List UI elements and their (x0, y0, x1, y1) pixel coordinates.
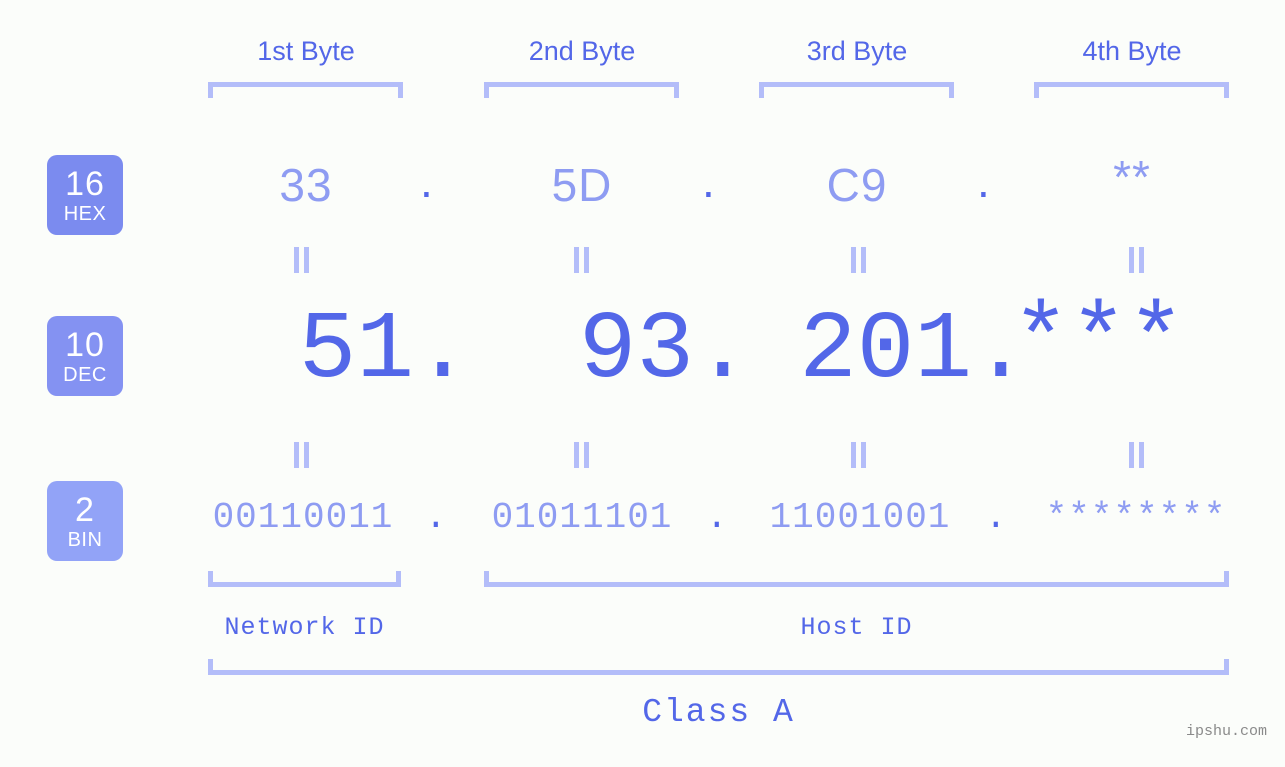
byte-bracket-1 (208, 82, 403, 98)
host-id-bracket (484, 571, 1229, 587)
hex-separator-1: . (420, 155, 433, 207)
class-bracket (208, 659, 1229, 675)
network-id-label: Network ID (224, 613, 385, 642)
ip-address-diagram: 1st Byte 2nd Byte 3rd Byte 4th Byte 16 H… (0, 0, 1285, 767)
hex-byte-3: C9 (826, 159, 888, 211)
base-badge-dec: 10 DEC (47, 316, 123, 396)
bin-byte-2: 01011101 (491, 497, 673, 538)
badge-number-hex: 16 (65, 164, 105, 203)
byte-bracket-3 (759, 82, 954, 98)
bin-separator-3: . (985, 497, 1007, 538)
bin-separator-1: . (425, 497, 447, 538)
equals-icon-hex-dec-4 (1123, 247, 1149, 273)
hex-byte-1: 33 (279, 159, 333, 211)
dec-separator-1: . (414, 296, 472, 405)
site-watermark: ipshu.com (1185, 723, 1267, 740)
bin-byte-4: ******** (1045, 497, 1227, 538)
equals-icon-hex-dec-3 (845, 247, 871, 273)
dec-separator-2: . (694, 296, 752, 405)
class-label: Class A (642, 694, 795, 731)
network-id-bracket (208, 571, 401, 587)
equals-icon-dec-bin-1 (288, 442, 314, 468)
badge-number-bin: 2 (75, 490, 95, 529)
equals-icon-dec-bin-4 (1123, 442, 1149, 468)
base-badge-hex: 16 HEX (47, 155, 123, 235)
byte-bracket-4 (1034, 82, 1229, 98)
byte-header-3: 3rd Byte (806, 36, 908, 66)
badge-number-dec: 10 (65, 325, 105, 364)
equals-icon-hex-dec-2 (568, 247, 594, 273)
badge-name-hex: HEX (63, 202, 107, 225)
bin-byte-1: 00110011 (212, 497, 394, 538)
bin-byte-3: 11001001 (769, 497, 951, 538)
hex-byte-2: 5D (551, 159, 613, 211)
byte-header-2: 2nd Byte (528, 36, 636, 66)
dec-byte-4: *** (1012, 288, 1185, 397)
dec-byte-3: 201 (799, 296, 972, 405)
equals-icon-dec-bin-2 (568, 442, 594, 468)
equals-icon-dec-bin-3 (845, 442, 871, 468)
hex-byte-4: ** (1113, 151, 1151, 203)
dec-byte-2: 93 (578, 296, 694, 405)
equals-icon-hex-dec-1 (288, 247, 314, 273)
base-badge-bin: 2 BIN (47, 481, 123, 561)
badge-name-dec: DEC (63, 363, 107, 386)
hex-separator-3: . (977, 155, 990, 207)
byte-header-1: 1st Byte (257, 36, 355, 66)
byte-header-4: 4th Byte (1082, 36, 1182, 66)
bin-separator-2: . (706, 497, 728, 538)
dec-byte-1: 51 (298, 296, 414, 405)
hex-separator-2: . (702, 155, 715, 207)
byte-bracket-2 (484, 82, 679, 98)
dec-separator-3: . (972, 296, 1030, 405)
host-id-label: Host ID (800, 613, 913, 642)
badge-name-bin: BIN (67, 528, 103, 551)
